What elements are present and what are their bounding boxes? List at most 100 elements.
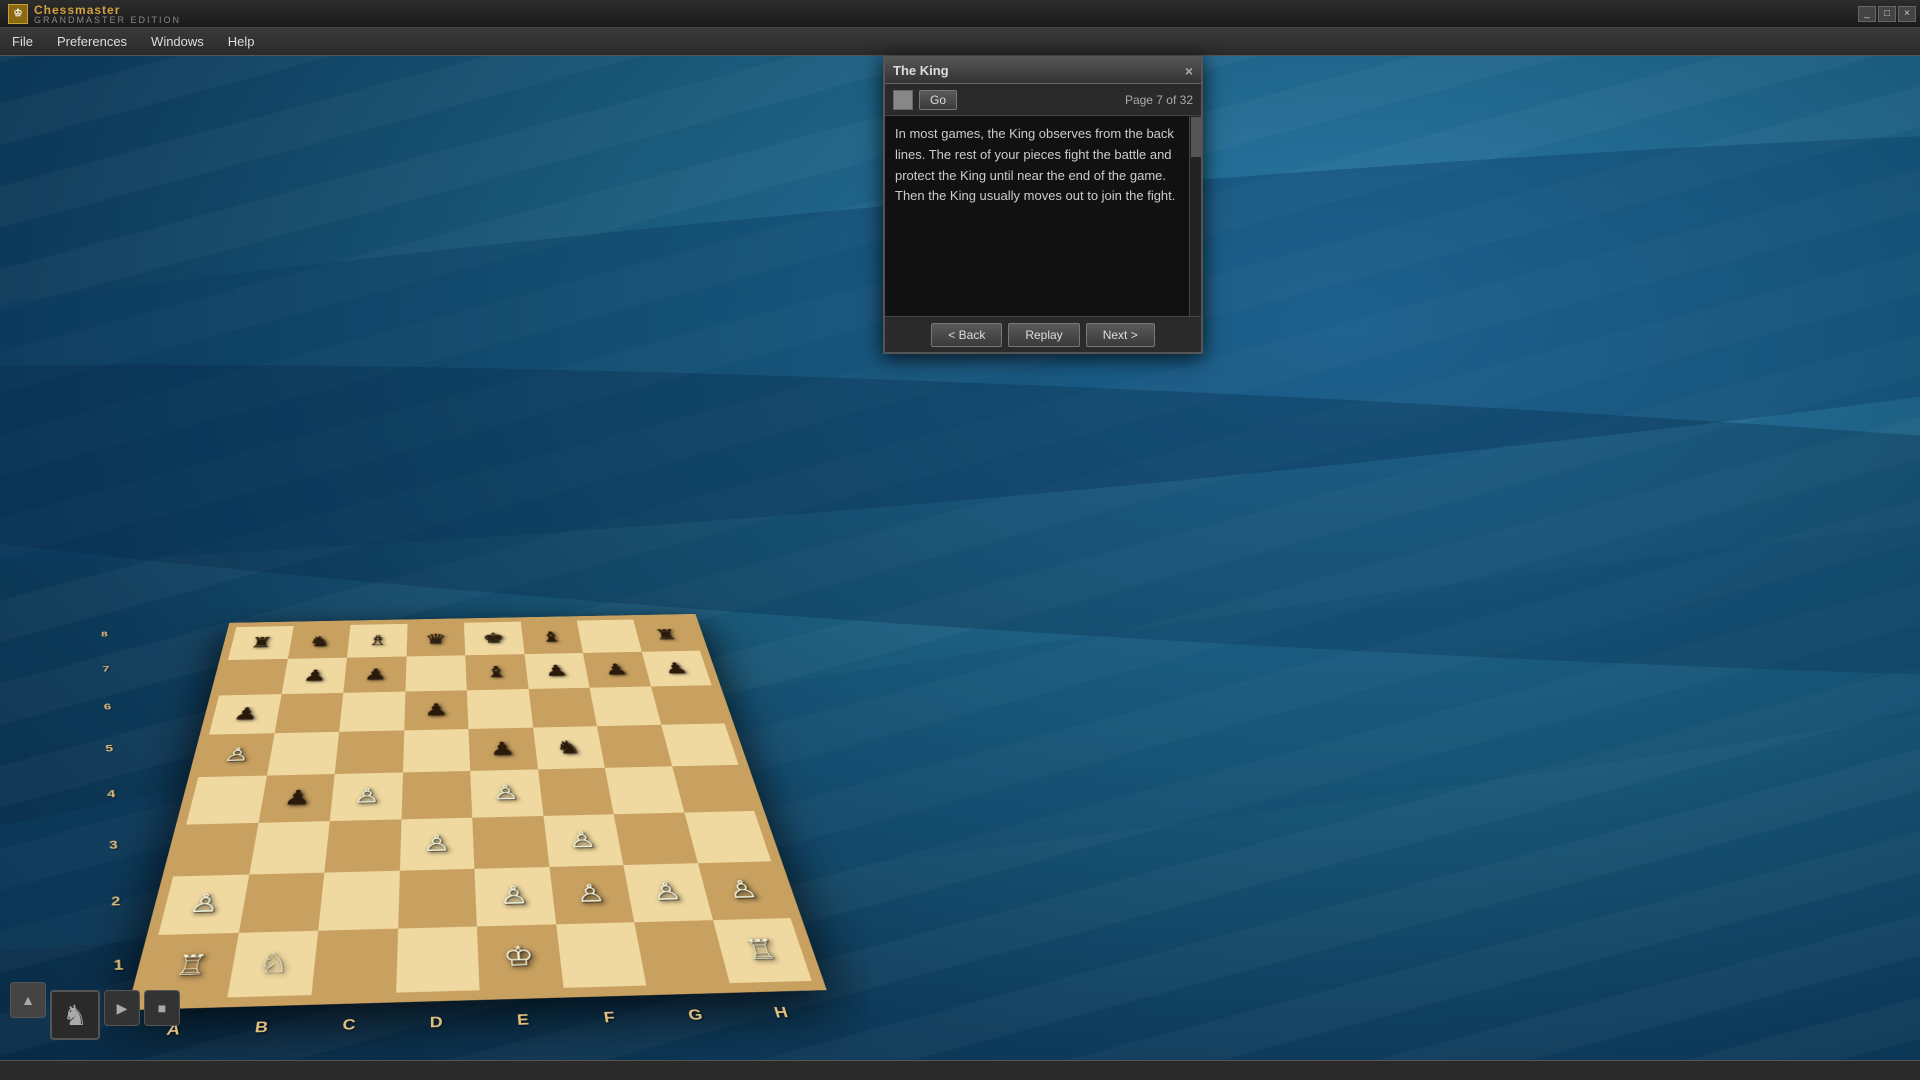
file-g: G bbox=[684, 1007, 708, 1024]
cell-4-7[interactable] bbox=[672, 765, 754, 813]
cell-6-5[interactable]: ♙ bbox=[549, 865, 634, 924]
cell-1-0[interactable] bbox=[219, 659, 288, 696]
file-f: F bbox=[598, 1009, 620, 1026]
cell-6-1[interactable] bbox=[238, 873, 324, 933]
cell-5-3[interactable]: ♙ bbox=[400, 817, 475, 870]
minimize-button[interactable]: _ bbox=[1858, 6, 1876, 22]
cell-4-5[interactable] bbox=[538, 768, 614, 816]
cell-4-0[interactable] bbox=[186, 776, 266, 825]
cell-5-7[interactable] bbox=[684, 811, 771, 864]
cell-2-2[interactable] bbox=[339, 692, 405, 732]
menu-windows[interactable]: Windows bbox=[139, 30, 216, 53]
menu-file[interactable]: File bbox=[0, 30, 45, 53]
piece-6-6: ♙ bbox=[650, 879, 685, 904]
cell-2-3[interactable]: ♟ bbox=[404, 690, 469, 730]
cell-2-5[interactable] bbox=[528, 688, 597, 728]
cell-0-5[interactable]: ♝ bbox=[520, 621, 582, 654]
cell-0-4[interactable]: ♚ bbox=[464, 622, 524, 655]
cell-0-3[interactable]: ♛ bbox=[406, 623, 465, 657]
cell-2-6[interactable] bbox=[590, 686, 661, 725]
cell-1-2[interactable]: ♟ bbox=[343, 656, 406, 693]
close-button[interactable]: × bbox=[1898, 6, 1916, 22]
menu-preferences[interactable]: Preferences bbox=[45, 30, 139, 53]
cell-4-4[interactable]: ♙ bbox=[470, 769, 543, 817]
cell-5-0[interactable] bbox=[173, 823, 258, 877]
cell-0-6[interactable] bbox=[577, 620, 642, 653]
cell-0-7[interactable]: ♜ bbox=[633, 618, 700, 651]
cell-4-1[interactable]: ♟ bbox=[258, 774, 335, 823]
cell-5-6[interactable] bbox=[614, 812, 698, 865]
cell-1-4[interactable]: ♝ bbox=[465, 654, 528, 690]
cell-7-5[interactable] bbox=[556, 922, 647, 988]
cell-2-4[interactable] bbox=[467, 689, 533, 729]
arrow-up-button[interactable]: ▲ bbox=[10, 982, 46, 1018]
rank-3: 3 bbox=[105, 839, 123, 852]
logo-icon: ♔ bbox=[8, 4, 28, 24]
panel-content: In most games, the King observes from th… bbox=[885, 116, 1201, 316]
rank-2: 2 bbox=[106, 894, 125, 909]
page-info: Page 7 of 32 bbox=[1125, 93, 1193, 107]
replay-button[interactable]: Replay bbox=[1008, 323, 1079, 347]
cell-7-4[interactable]: ♔ bbox=[477, 924, 563, 990]
cell-0-0[interactable]: ♜ bbox=[228, 626, 293, 660]
cell-1-6[interactable]: ♟ bbox=[583, 652, 651, 688]
rank-6: 6 bbox=[100, 702, 115, 712]
cell-3-0[interactable]: ♙ bbox=[198, 733, 274, 777]
cell-7-2[interactable] bbox=[311, 928, 397, 995]
stop-button[interactable]: ■ bbox=[144, 990, 180, 1026]
cell-3-4[interactable]: ♟ bbox=[468, 727, 537, 771]
cell-4-6[interactable] bbox=[605, 766, 684, 814]
cell-7-1[interactable]: ♘ bbox=[227, 930, 318, 997]
cell-2-0[interactable]: ♟ bbox=[209, 694, 281, 734]
cell-3-6[interactable] bbox=[597, 725, 672, 768]
cell-4-2[interactable]: ♙ bbox=[330, 772, 403, 820]
cell-3-2[interactable] bbox=[335, 730, 404, 774]
cell-0-2[interactable]: ♗ bbox=[347, 624, 407, 658]
cell-5-4[interactable] bbox=[472, 816, 549, 869]
cell-6-0[interactable]: ♙ bbox=[158, 875, 248, 935]
piece-1-7: ♟ bbox=[662, 660, 689, 675]
menu-help[interactable]: Help bbox=[216, 30, 267, 53]
cell-2-7[interactable] bbox=[651, 685, 725, 724]
piece-6-5: ♙ bbox=[574, 881, 607, 906]
rank-7: 7 bbox=[99, 665, 114, 674]
cell-6-4[interactable]: ♙ bbox=[474, 867, 555, 926]
panel-scrollbar[interactable] bbox=[1189, 116, 1201, 316]
back-button[interactable]: < Back bbox=[931, 323, 1002, 347]
piece-0-1: ♞ bbox=[307, 634, 331, 648]
cell-3-1[interactable] bbox=[267, 732, 340, 776]
bottombar bbox=[0, 1060, 1920, 1080]
rank-8: 8 bbox=[97, 630, 111, 638]
piece-3-4: ♟ bbox=[489, 739, 516, 757]
cell-7-3[interactable] bbox=[396, 926, 480, 993]
cell-2-1[interactable] bbox=[274, 693, 343, 733]
maximize-button[interactable]: □ bbox=[1878, 6, 1896, 22]
cell-1-7[interactable]: ♟ bbox=[641, 650, 711, 686]
next-button[interactable]: Next > bbox=[1086, 323, 1155, 347]
board-grid[interactable]: ♜♞♗♛♚♝♜♟♟♝♟♟♟♟♟♙♟♞♟♙♙♙♙♙♙♙♙♙♖♘♔♖ bbox=[127, 614, 827, 1010]
scrollbar-thumb[interactable] bbox=[1191, 117, 1201, 157]
cell-3-5[interactable]: ♞ bbox=[533, 726, 605, 769]
cell-5-1[interactable] bbox=[249, 821, 330, 875]
app-subtitle: GRANDMASTER EDITION bbox=[34, 15, 181, 25]
cell-7-7[interactable]: ♖ bbox=[712, 918, 811, 983]
piece-1-1: ♟ bbox=[302, 668, 327, 684]
cell-0-1[interactable]: ♞ bbox=[288, 625, 351, 659]
cell-1-1[interactable]: ♟ bbox=[281, 657, 347, 694]
cell-3-3[interactable] bbox=[403, 729, 471, 773]
cell-4-3[interactable] bbox=[401, 771, 472, 819]
cell-1-5[interactable]: ♟ bbox=[524, 653, 589, 689]
play-button[interactable]: ▶ bbox=[104, 990, 140, 1026]
app-logo: ♔ Chessmaster GRANDMASTER EDITION bbox=[8, 3, 181, 25]
panel-text: In most games, the King observes from th… bbox=[895, 124, 1191, 207]
cell-6-2[interactable] bbox=[318, 871, 399, 931]
cell-3-7[interactable] bbox=[661, 723, 739, 766]
chess-board[interactable]: ♜♞♗♛♚♝♜♟♟♝♟♟♟♟♟♙♟♞♟♙♙♙♙♙♙♙♙♙♖♘♔♖ bbox=[127, 614, 827, 1010]
cell-6-7[interactable]: ♙ bbox=[697, 861, 790, 919]
cell-5-2[interactable] bbox=[324, 819, 401, 873]
cell-1-3[interactable] bbox=[405, 655, 467, 691]
panel-close-button[interactable]: × bbox=[1185, 63, 1193, 79]
cell-5-5[interactable]: ♙ bbox=[543, 814, 623, 867]
go-button[interactable]: Go bbox=[919, 90, 957, 110]
cell-6-3[interactable] bbox=[398, 869, 477, 928]
